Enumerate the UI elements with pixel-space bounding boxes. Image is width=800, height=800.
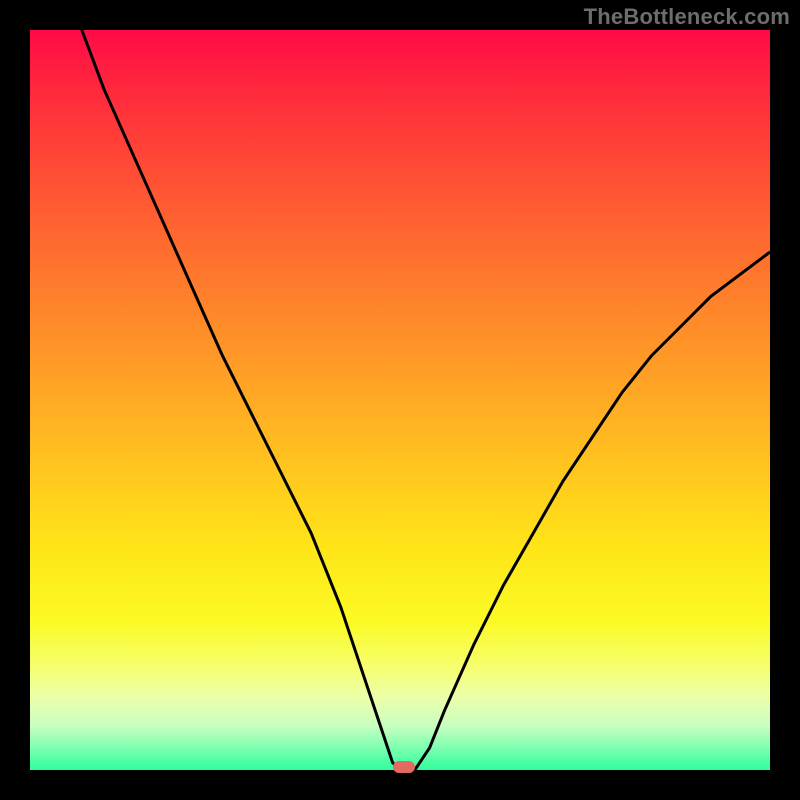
chart-frame: TheBottleneck.com [0,0,800,800]
curve-svg [30,30,770,770]
bottleneck-curve [82,30,770,770]
minimum-marker [393,761,415,773]
watermark-text: TheBottleneck.com [584,4,790,30]
plot-area [30,30,770,770]
